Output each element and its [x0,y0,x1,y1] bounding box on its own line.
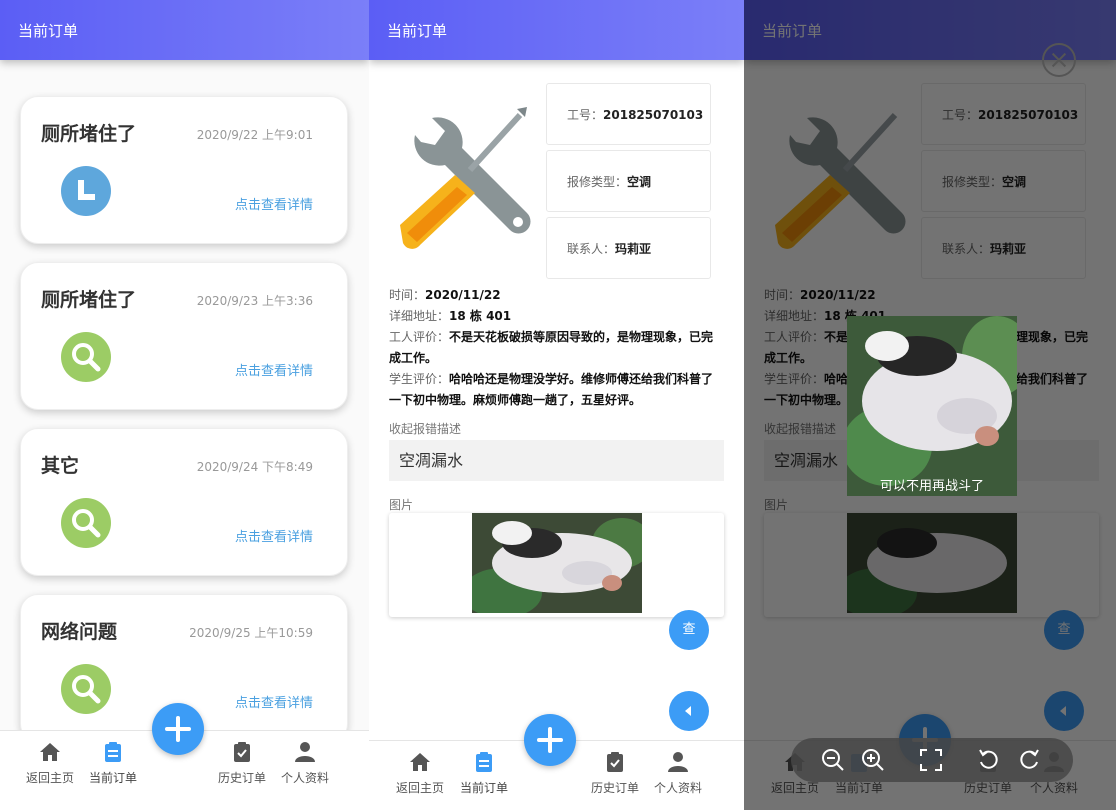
home-icon [410,753,430,771]
cat-photo[interactable] [472,513,642,613]
field-label: 详细地址： [389,309,450,323]
contact-box: 联系人：玛莉亚 [546,217,711,279]
clipboard-icon [476,752,492,772]
image-preview[interactable]: 可以不用再战斗了 [847,316,1017,496]
tab-label: 返回主页 [25,771,74,785]
page-title: 当前订单 [18,22,79,40]
worker-id: 201825070103 [603,108,704,122]
app-header: 当前订单 [369,0,744,60]
clipboard-icon [105,742,121,762]
order-list-screen: 当前订单 厕所堵住了 2020/9/22 上午9:01 点击查看详情 厕所堵住了… [0,0,369,810]
image-caption: 可以不用再战斗了 [879,479,984,494]
home-icon [40,743,60,761]
repair-tools-icon [400,107,531,249]
field-label: 学生评价： [389,372,450,386]
order-title: 网络问题 [41,621,118,643]
order-time: 2020/11/22 [425,288,501,302]
tab-history-orders[interactable]: 历史订单 [585,751,645,796]
order-title: 其它 [41,455,80,477]
tab-label: 个人资料 [280,771,329,785]
tab-label: 当前订单 [88,771,137,785]
zoom-in-icon[interactable] [861,748,885,772]
tab-profile[interactable]: 个人资料 [275,741,335,786]
field-label: 工号： [567,108,604,122]
order-card[interactable]: 其它 2020/9/24 下午8:49 点击查看详情 [20,428,348,576]
tab-current-orders[interactable]: 当前订单 [454,751,514,796]
order-date: 2020/9/24 下午8:49 [196,460,313,474]
field-label: 时间： [389,288,426,302]
student-eval-row: 学生评价：哈哈哈还是物理没学好。维修师傅还给我们科普了一下初中物理。麻烦师傅跑一… [389,369,719,411]
rotate-left-icon[interactable] [977,748,1001,772]
order-detail-screen: 当前订单 工号：201825070103 报修类型：空调 联系人：玛莉亚 时间：… [369,0,744,810]
field-label: 工人评价： [389,330,450,344]
image-section-label: 图片 [389,498,414,512]
search-icon [61,498,111,548]
tab-label: 返回主页 [395,781,444,795]
order-card[interactable]: 厕所堵住了 2020/9/23 上午3:36 点击查看详情 [20,262,348,410]
address-row: 详细地址：18 栋 401 [389,306,719,327]
order-title: 厕所堵住了 [41,289,137,311]
tab-home[interactable]: 返回主页 [390,751,450,796]
page-title: 当前订单 [387,22,448,40]
tab-label: 历史订单 [590,781,639,795]
fullscreen-icon[interactable] [919,748,943,772]
order-title: 厕所堵住了 [41,123,137,145]
back-button[interactable] [669,691,709,731]
rotate-right-icon[interactable] [1017,748,1041,772]
order-date: 2020/9/25 上午10:59 [189,626,313,640]
tab-label: 历史订单 [217,771,266,785]
view-details-link[interactable]: 点击查看详情 [235,692,313,711]
tab-label: 个人资料 [653,781,702,795]
field-label: 联系人： [567,242,616,256]
collapse-description-toggle[interactable]: 收起报错描述 [389,420,461,437]
clipboard-check-icon [607,752,623,772]
order-date: 2020/9/22 上午9:01 [196,128,313,142]
view-details-link[interactable]: 点击查看详情 [235,194,313,213]
clipboard-check-icon [234,742,250,762]
close-icon[interactable] [1042,43,1076,77]
user-icon [668,752,688,772]
view-button[interactable]: 查 [669,610,709,650]
tab-history-orders[interactable]: 历史订单 [212,741,272,786]
caret-left-icon [685,706,691,716]
contact-name: 玛莉亚 [615,242,652,256]
app-header: 当前订单 [0,0,369,60]
add-order-button[interactable] [524,714,576,766]
tab-label: 当前订单 [459,781,508,795]
time-row: 时间：2020/11/22 [389,285,719,306]
tab-profile[interactable]: 个人资料 [648,751,708,796]
worker-eval-row: 工人评价：不是天花板破损等原因导致的，是物理现象，已完成工作。 [389,327,719,369]
image-viewer-screen: 当前订单 工号：201825070103 报修类型：空调 联系人：玛莉亚 时间：… [744,0,1116,810]
repair-type-box: 报修类型：空调 [546,150,711,212]
search-icon [61,664,111,714]
description-box: 空凋漏水 [389,440,724,481]
clock-icon [61,166,111,216]
tab-home[interactable]: 返回主页 [20,741,80,786]
add-order-button[interactable] [152,703,204,755]
worker-id-box: 工号：201825070103 [546,83,711,145]
view-details-link[interactable]: 点击查看详情 [235,360,313,379]
field-label: 报修类型： [567,175,628,189]
order-card[interactable]: 厕所堵住了 2020/9/22 上午9:01 点击查看详情 [20,96,348,244]
view-details-link[interactable]: 点击查看详情 [235,526,313,545]
repair-type: 空调 [627,175,652,189]
search-icon [61,332,111,382]
tab-current-orders[interactable]: 当前订单 [83,741,143,786]
image-toolbar [791,738,1073,782]
image-container [389,513,724,617]
order-date: 2020/9/23 上午3:36 [196,294,313,308]
zoom-out-icon[interactable] [821,748,845,772]
user-icon [295,742,315,762]
address: 18 栋 401 [449,309,512,323]
